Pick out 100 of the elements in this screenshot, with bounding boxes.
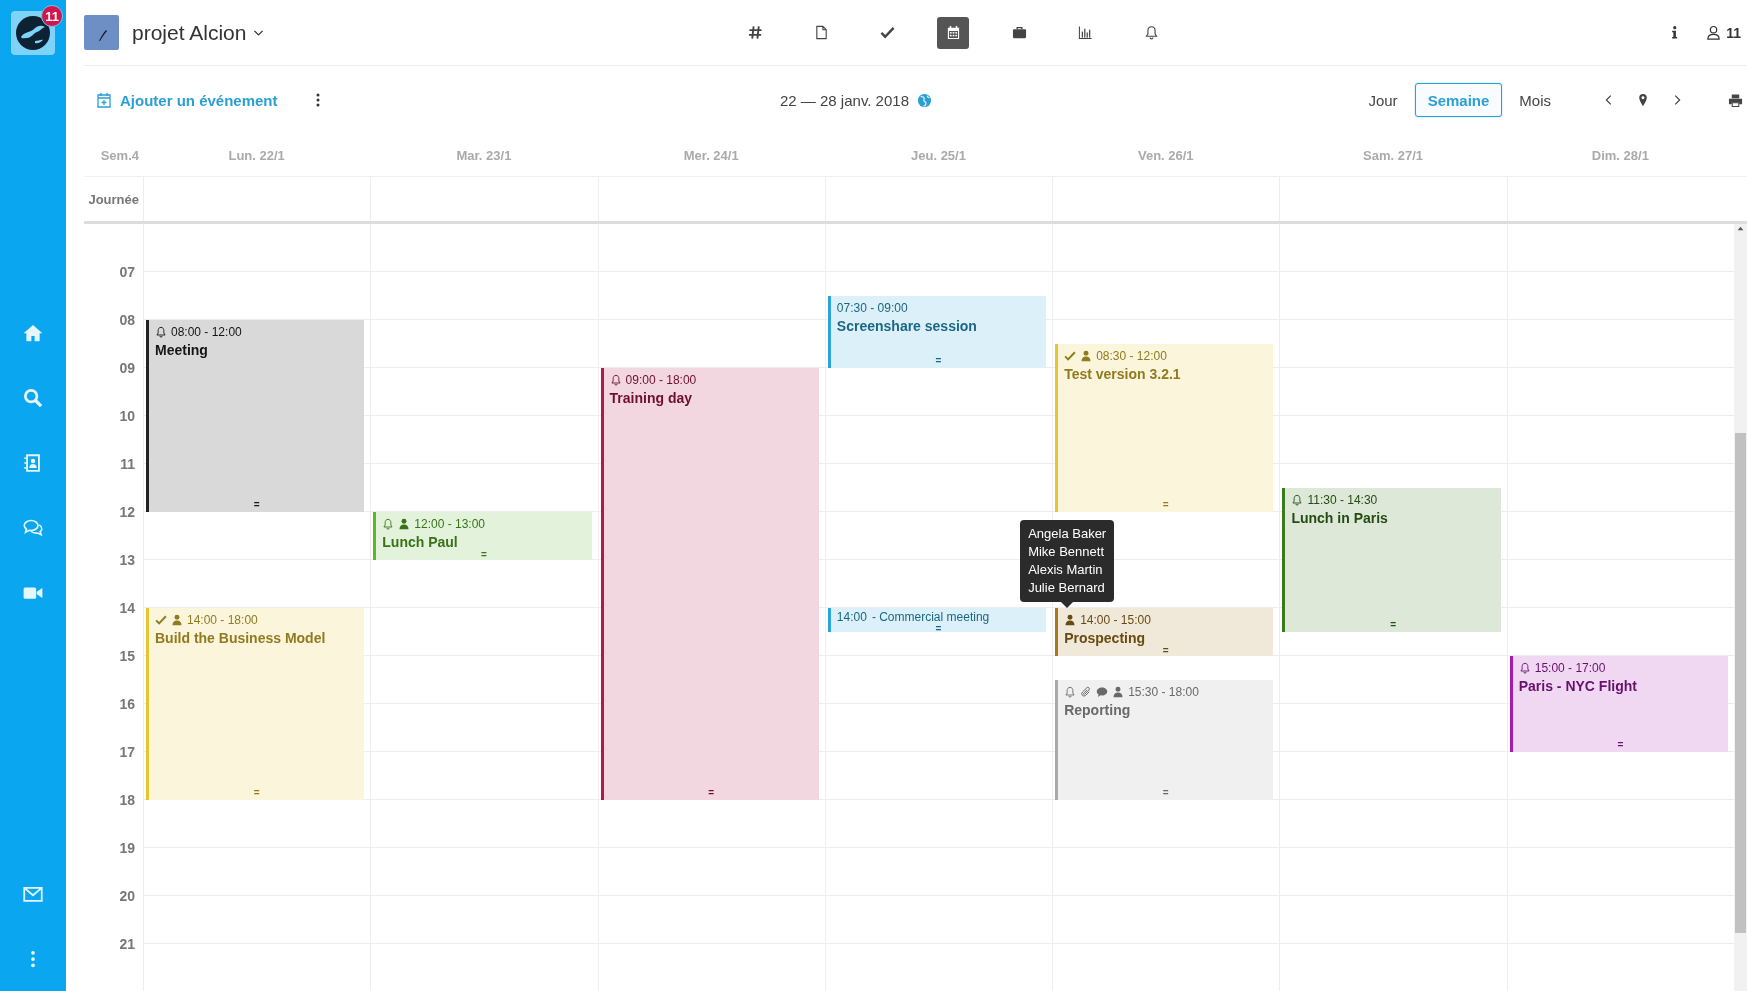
event-time: 15:30 - 18:00: [1128, 685, 1199, 699]
hour-label: 09: [118, 359, 136, 378]
resize-handle[interactable]: =: [935, 625, 942, 632]
calendar-event[interactable]: 07:30 - 09:00 Screenshare session =: [827, 296, 1047, 368]
event-title: Training day: [609, 390, 694, 406]
user-icon[interactable]: [1706, 25, 1722, 40]
event-title: Lunch in Paris: [1291, 510, 1389, 526]
hour-label: 19: [118, 839, 136, 858]
event-title: Paris - NYC Flight: [1518, 678, 1638, 694]
day-header: Ven. 26/1: [1136, 147, 1195, 163]
resize-handle[interactable]: =: [481, 550, 487, 560]
attendee-name: Mike Bennett: [1028, 543, 1105, 561]
calendar-icon: [945, 25, 961, 40]
checkmark-icon: [879, 25, 895, 40]
hour-label: 08: [118, 311, 136, 330]
location-pin-icon[interactable]: [1636, 93, 1650, 107]
briefcase-icon: [1011, 25, 1027, 40]
print-icon[interactable]: [1728, 92, 1743, 108]
project-avatar: [84, 15, 119, 50]
event-time: 14:00 - 15:00: [1080, 613, 1151, 627]
bell-icon: [1143, 25, 1159, 40]
event-title: Meeting: [155, 342, 209, 358]
scrollbar[interactable]: [1734, 224, 1747, 991]
resize-handle[interactable]: =: [253, 500, 260, 510]
hour-label: 10: [118, 407, 136, 426]
calendar-event[interactable]: 14:00 - 18:00 Build the Business Model =: [146, 608, 365, 800]
notification-badge: 11: [41, 5, 63, 27]
hour-label: 14: [118, 599, 136, 618]
day-header: Sam. 27/1: [1362, 147, 1425, 163]
calendar-event[interactable]: 11:30 - 14:30 Lunch in Paris =: [1282, 488, 1501, 632]
hour-label: 16: [118, 695, 136, 714]
resize-handle[interactable]: =: [1617, 740, 1624, 750]
day-header: Lun. 22/1: [227, 147, 286, 163]
scroll-up-icon[interactable]: [1736, 224, 1745, 233]
view-tab[interactable]: Mois: [1506, 83, 1564, 117]
event-title: Reporting: [1064, 702, 1132, 718]
bell-icon: [1518, 662, 1531, 674]
comment-icon: [1096, 686, 1109, 698]
day-header: Dim. 28/1: [1590, 147, 1650, 163]
event-time: 14:00: [836, 610, 867, 624]
week-number: Sem.4: [99, 147, 140, 163]
hour-label: 21: [118, 935, 136, 954]
hour-label: 07: [118, 263, 136, 282]
event-time: 15:00 - 17:00: [1534, 661, 1606, 675]
calendar-event[interactable]: 14:00 - 15:00 Prospecting =: [1055, 608, 1274, 656]
hour-label: 17: [118, 743, 136, 762]
add-event-link[interactable]: Ajouter un événement: [96, 91, 278, 109]
calendar-event[interactable]: 09:00 - 18:00 Training day =: [600, 368, 819, 800]
attendee-name: Julie Bernard: [1028, 579, 1106, 597]
day-header: Mar. 23/1: [455, 147, 513, 163]
resize-handle[interactable]: =: [1162, 500, 1169, 510]
resize-handle[interactable]: =: [1390, 620, 1396, 630]
person-icon: [1064, 614, 1077, 626]
attendee-name: Angela Baker: [1028, 525, 1107, 543]
hour-label: 20: [118, 887, 136, 906]
hour-label: 15: [118, 647, 136, 666]
resize-handle[interactable]: =: [935, 356, 942, 366]
project-selector[interactable]: projet Alcion: [132, 20, 266, 45]
person-icon: [171, 614, 183, 626]
checkmark-icon: [155, 614, 167, 626]
day-header: Mer. 24/1: [682, 147, 740, 163]
hour-label: 13: [118, 551, 136, 570]
person-icon: [398, 518, 411, 530]
calendar-event[interactable]: 15:00 - 17:00 Paris - NYC Flight =: [1509, 656, 1728, 752]
all-day-label: Journée: [87, 191, 140, 207]
hour-label: 18: [118, 791, 136, 810]
document-icon: [813, 25, 829, 40]
attendee-name: Alexis Martin: [1028, 561, 1104, 579]
bell-icon: [1064, 686, 1077, 698]
day-header: Jeu. 25/1: [910, 147, 967, 163]
resize-handle[interactable]: =: [708, 788, 715, 798]
view-tab[interactable]: Semaine: [1414, 83, 1503, 117]
event-title: - Commercial meeting: [871, 610, 990, 624]
event-time: 11:30 - 14:30: [1307, 493, 1378, 507]
calendar-event[interactable]: 15:30 - 18:00 Reporting =: [1055, 680, 1274, 800]
globe-icon[interactable]: [917, 92, 932, 108]
calendar-plus-icon: [96, 92, 112, 108]
event-title: Build the Business Model: [155, 630, 327, 646]
resize-handle[interactable]: =: [1162, 788, 1169, 798]
bell-icon: [155, 326, 167, 338]
checkmark-icon: [1064, 350, 1077, 362]
event-time: 12:00 - 13:00: [414, 517, 485, 531]
resize-handle[interactable]: =: [253, 788, 260, 798]
event-time: 08:30 - 12:00: [1096, 349, 1167, 363]
date-range: 22 — 28 janv. 2018: [780, 91, 909, 109]
event-title: Prospecting: [1064, 630, 1147, 646]
person-icon: [1112, 686, 1125, 698]
resize-handle[interactable]: =: [1162, 646, 1169, 656]
bell-icon: [609, 374, 622, 386]
event-title: Lunch Paul: [382, 534, 459, 550]
view-tab[interactable]: Jour: [1355, 83, 1411, 117]
hour-label: 11: [119, 455, 136, 474]
bar-chart-icon: [1077, 25, 1093, 40]
event-time: 14:00 - 18:00: [187, 613, 258, 627]
paperclip-icon: [1080, 686, 1093, 698]
calendar-event[interactable]: 08:30 - 12:00 Test version 3.2.1 =: [1055, 344, 1274, 512]
calendar-event[interactable]: 14:00 - Commercial meeting =: [827, 608, 1047, 632]
calendar-event[interactable]: 08:00 - 12:00 Meeting =: [146, 320, 365, 512]
calendar-event[interactable]: 12:00 - 13:00 Lunch Paul =: [373, 512, 592, 560]
hash-icon: [747, 25, 763, 40]
